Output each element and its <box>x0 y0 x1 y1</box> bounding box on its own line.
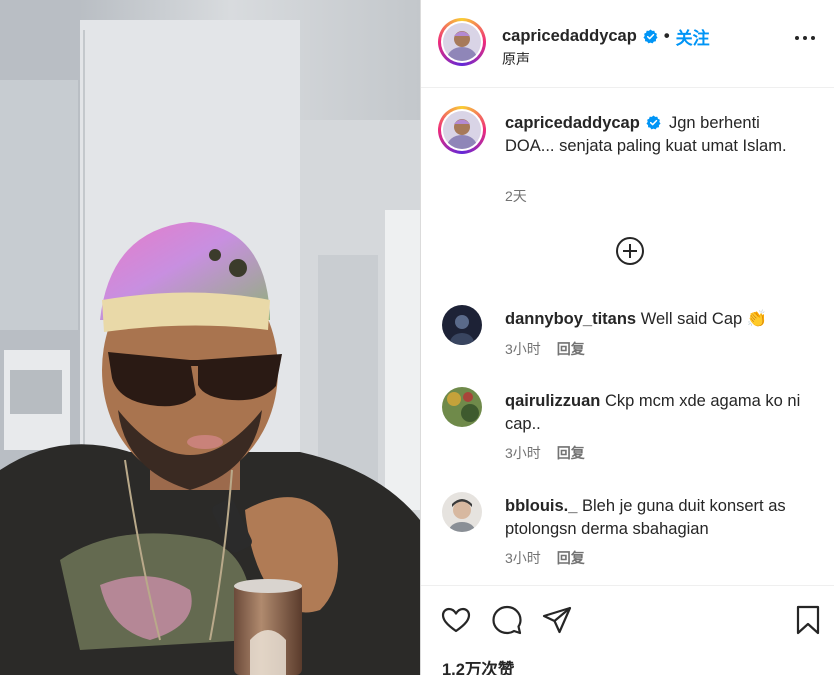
comment-username[interactable]: bblouis._ <box>505 497 577 515</box>
plus-circle-icon[interactable] <box>615 236 645 266</box>
comment-timestamp[interactable]: 3小时 <box>505 339 541 359</box>
audio-label[interactable]: 原声 <box>502 49 530 69</box>
comment-text-block: bblouis._ Bleh je guna duit konsert as p… <box>505 495 825 540</box>
caption-text-block: capricedaddycap Jgn berhenti DOA... senj… <box>505 112 805 157</box>
author-username[interactable]: capricedaddycap <box>502 27 637 46</box>
comment-body: Well said Cap 👏 <box>640 310 768 328</box>
comment-meta: 3小时 回复 <box>505 339 585 359</box>
comment-text-block: qairulizzuan Ckp mcm xde agama ko ni cap… <box>505 390 825 435</box>
author-avatar[interactable] <box>438 18 486 66</box>
likes-count[interactable]: 1.2万次赞 <box>442 656 514 675</box>
caption-timestamp[interactable]: 2天 <box>505 186 527 206</box>
caption-author-avatar[interactable] <box>438 106 486 154</box>
more-options-icon[interactable] <box>795 36 815 40</box>
post-side-panel: capricedaddycap • 关注 原声 capricedaddycap … <box>420 0 834 675</box>
post-photo <box>0 0 420 675</box>
follow-button[interactable]: 关注 <box>676 24 710 49</box>
reply-button[interactable]: 回复 <box>557 443 585 463</box>
separator-dot: • <box>663 27 670 45</box>
comment-bubble-icon[interactable] <box>491 604 523 636</box>
comment-timestamp[interactable]: 3小时 <box>505 443 541 463</box>
reply-button[interactable]: 回复 <box>557 548 585 568</box>
comment-timestamp[interactable]: 3小时 <box>505 548 541 568</box>
post-media[interactable] <box>0 0 420 675</box>
comment-text-block: dannyboy_titans Well said Cap 👏 <box>505 308 825 331</box>
commenter-avatar[interactable] <box>442 387 482 427</box>
commenter-avatar[interactable] <box>442 305 482 345</box>
caption-username[interactable]: capricedaddycap <box>505 114 640 132</box>
bookmark-icon[interactable] <box>792 604 824 636</box>
author-avatar-image <box>443 23 481 61</box>
reply-button[interactable]: 回复 <box>557 339 585 359</box>
post-header: capricedaddycap • 关注 原声 <box>421 0 834 88</box>
caption-avatar-image <box>443 111 481 149</box>
verified-badge-icon <box>646 115 661 130</box>
comment-username[interactable]: dannyboy_titans <box>505 310 636 328</box>
heart-icon[interactable] <box>440 604 472 636</box>
verified-badge-icon <box>643 29 658 44</box>
comment-meta: 3小时 回复 <box>505 548 585 568</box>
commenter-avatar[interactable] <box>442 492 482 532</box>
commenter-avatar-image <box>442 305 482 345</box>
commenter-avatar-image <box>442 492 482 532</box>
commenter-avatar-image <box>442 387 482 427</box>
post-action-bar: 1.2万次赞 <box>421 585 834 675</box>
comment-username[interactable]: qairulizzuan <box>505 392 600 410</box>
comment-meta: 3小时 回复 <box>505 443 585 463</box>
author-line: capricedaddycap • 关注 <box>502 24 710 49</box>
paper-plane-icon[interactable] <box>541 604 573 636</box>
